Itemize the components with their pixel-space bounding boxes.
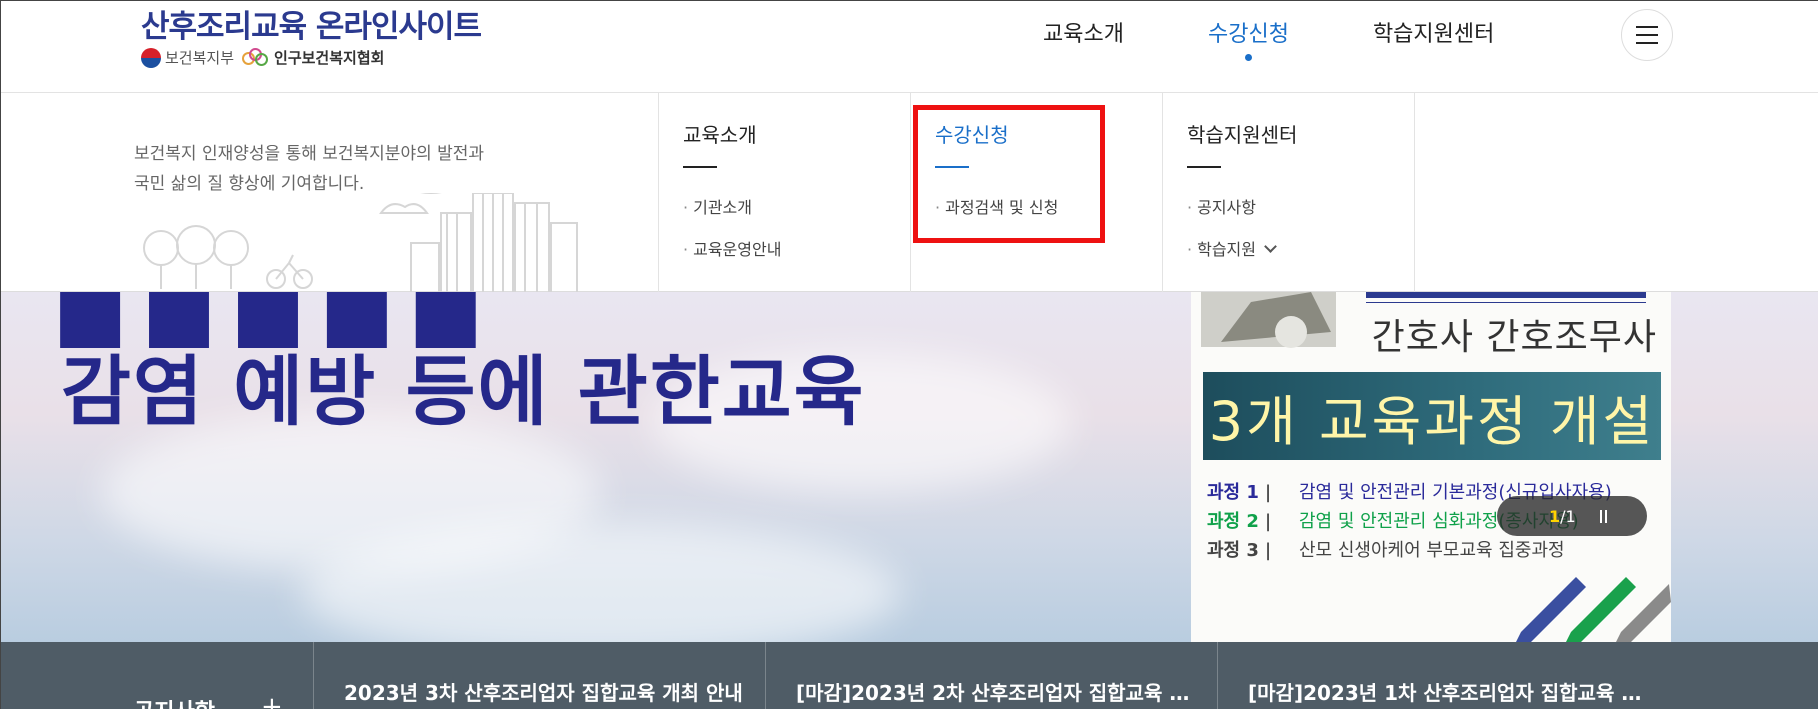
mega-col-empty: [1414, 93, 1818, 292]
divider: [1217, 642, 1218, 709]
mega-intro: 보건복지 인재양성을 통해 보건복지분야의 발전과 국민 삶의 질 향상에 기여…: [1, 93, 658, 292]
pause-icon[interactable]: [1599, 509, 1607, 523]
course-3: 과정 3 | 산모 신생아케어 부모교육 집중과정: [1207, 540, 1565, 561]
course-poster[interactable]: 간호사 간호조무사 3개 교육과정 개설 과정 1 | 감염 및 안전관리 기본과정…: [1191, 292, 1671, 642]
hamburger-icon: [1636, 26, 1658, 44]
notice-item[interactable]: [마감]2023년 2차 산후조리업자 집합교육 개최 안내: [796, 677, 1206, 706]
mega-col-learning-support: 학습지원센터 · 공지사항 · 학습지원: [1162, 93, 1414, 292]
mega-menu: 보건복지 인재양성을 통해 보건복지분야의 발전과 국민 삶의 질 향상에 기여…: [1, 93, 1818, 292]
notice-bar: 공지사항 + 2023년 3차 산후조리업자 집합교육 개최 안내 [마감]20…: [1, 642, 1818, 709]
slogan: 보건복지 인재양성을 통해 보건복지분야의 발전과 국민 삶의 질 향상에 기여…: [134, 139, 484, 199]
mega-col-title[interactable]: 학습지원센터: [1187, 119, 1297, 148]
slide-total: /1: [1560, 506, 1576, 526]
slogan-line1: 보건복지 인재양성을 통해 보건복지분야의 발전과: [134, 144, 485, 164]
city-illustration-icon: [143, 193, 578, 292]
notice-item[interactable]: [마감]2023년 1차 산후조리업자 집합교육 개최 안내: [1248, 677, 1658, 706]
nav-edu-intro[interactable]: 교육소개: [1001, 1, 1166, 69]
mega-col-edu-intro: 교육소개 · 기관소개 · 교육운영안내: [658, 93, 910, 292]
plus-icon[interactable]: +: [261, 694, 283, 709]
menu-item-course-search[interactable]: · 과정검색 및 신청: [935, 187, 1058, 229]
rings-logo-icon: [242, 47, 270, 68]
divider: [313, 642, 314, 709]
poster-banner: 3개 교육과정 개설: [1203, 372, 1661, 460]
chevron-down-icon: [1264, 240, 1277, 253]
col-underline: [1187, 166, 1221, 168]
menu-button[interactable]: [1621, 9, 1673, 61]
col-underline: [935, 166, 969, 168]
menu-item-edu-guide[interactable]: · 교육운영안내: [683, 229, 781, 271]
mega-col-title[interactable]: 수강신청: [935, 119, 1009, 148]
menu-item-learning-support[interactable]: · 학습지원: [1187, 229, 1277, 271]
pencils-icon: [1516, 577, 1671, 642]
mega-col-enrollment: 수강신청 · 과정검색 및 신청: [910, 93, 1162, 292]
main-nav: 교육소개 수강신청 학습지원센터: [1001, 1, 1536, 69]
logo-title: 산후조리교육 온라인사이트: [141, 9, 482, 45]
notice-label[interactable]: 공지사항: [134, 694, 215, 709]
menu-item-institution[interactable]: · 기관소개: [683, 187, 781, 229]
poster-subtitle: 간호사 간호조무사: [1371, 317, 1657, 358]
col-underline: [683, 166, 717, 168]
logo-orgs: 보건복지부 인구보건복지협회: [141, 47, 481, 68]
site-header: 산후조리교육 온라인사이트 보건복지부 인구보건복지협회 교육소개 수강신청 학…: [1, 1, 1818, 93]
org-mohw: 보건복지부: [141, 47, 234, 68]
org-mohw-label: 보건복지부: [165, 49, 235, 67]
org-ppfk-label: 인구보건복지협회: [274, 49, 385, 67]
mega-col-title[interactable]: 교육소개: [683, 119, 757, 148]
site-logo[interactable]: 산후조리교육 온라인사이트 보건복지부 인구보건복지협회: [141, 7, 482, 68]
menu-item-notice[interactable]: · 공지사항: [1187, 187, 1275, 229]
notice-item[interactable]: 2023년 3차 산후조리업자 집합교육 개최 안내: [344, 677, 754, 706]
hero-banner: ▆ ▆ ▆ ▆ ▆ 감염 예방 등에 관한교육 간호사 간호조무사 3개 교육과…: [1, 292, 1818, 642]
slide-current: 1: [1549, 506, 1561, 526]
slider-control[interactable]: 1 /1: [1497, 496, 1647, 536]
hero-headline-line2: 감염 예방 등에 관한교육: [61, 347, 866, 436]
nav-enrollment[interactable]: 수강신청: [1166, 1, 1331, 69]
poster-banner-text: 3개 교육과정 개설: [1208, 389, 1656, 453]
nav-learning-support[interactable]: 학습지원센터: [1331, 1, 1536, 69]
taegeuk-icon: [141, 47, 161, 68]
org-ppfk: 인구보건복지협회: [242, 47, 384, 68]
divider: [765, 642, 766, 709]
